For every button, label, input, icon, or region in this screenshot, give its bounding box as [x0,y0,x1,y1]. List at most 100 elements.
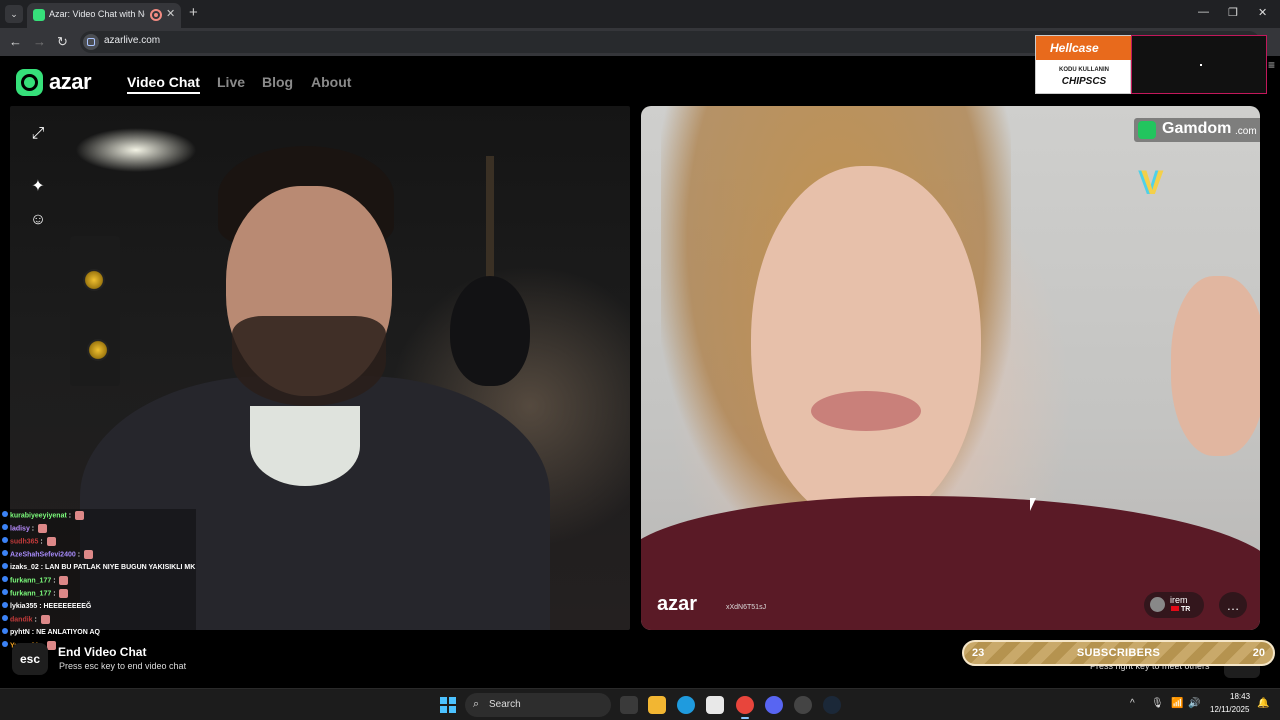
chat-username[interactable]: sudh365 [10,538,38,545]
hamburger-menu-icon[interactable]: ≡ [1268,58,1275,72]
sparkle-effects-icon[interactable]: ✦ [26,174,50,198]
search-label: Search [489,699,521,710]
site-info-icon[interactable] [83,34,99,50]
windows-start-icon[interactable] [440,697,456,713]
chat-separator: : [32,616,39,624]
azar-watermark: azar [657,593,698,615]
expand-icon[interactable]: ⤢ [26,122,50,146]
ad-line-1: KODU KULLANIN [1059,67,1109,73]
hellcase-brand: Hellcase [1036,36,1132,60]
hellcase-ad-card: Hellcase KODU KULLANIN CHIPSCS [1035,35,1132,94]
stream-chat-overlay: kurabiyeeyiyenat : ladisy : sudh365 : Az… [0,509,196,653]
azar-logo-icon[interactable] [16,69,43,96]
speaker-decor [87,339,109,361]
recording-indicator-icon [150,9,162,21]
nav-about[interactable]: About [311,74,351,90]
tray-overflow-icon[interactable]: ^ [1130,698,1135,709]
chat-username[interactable]: lykia355 [10,603,37,610]
partner-lips [811,391,921,431]
chat-badge-icon [2,602,8,608]
nav-blog[interactable]: Blog [262,74,293,90]
edge-icon[interactable] [677,696,695,714]
clock-time[interactable]: 18:43 [1230,692,1250,701]
chat-username[interactable]: kurabiyeeyiyenat [10,512,67,519]
partner-name: irem [1170,595,1188,605]
wifi-icon[interactable]: 📶 [1171,698,1183,709]
chat-badge-icon [2,628,8,634]
chat-badge-icon [2,641,8,648]
chat-username[interactable]: pyhtN [10,629,30,636]
taskbar-search[interactable]: ⌕ Search [465,693,611,717]
nav-live[interactable]: Live [217,74,245,90]
chat-message: izaks_02 : LAN BU PATLAK NIYE BUGUN YAKI… [2,563,195,576]
maximize-button[interactable]: ❐ [1228,6,1238,19]
chat-bubble-icon[interactable]: … [1219,592,1247,618]
browser-tab-azar[interactable]: Azar: Video Chat with New ✕ [27,3,181,28]
notification-icon[interactable]: 🔔 [1257,698,1269,709]
app-icon[interactable] [794,696,812,714]
chat-username[interactable]: AzeShahSefevi2400 [10,551,76,558]
new-tab-button[interactable]: + [189,4,198,21]
chat-username[interactable]: furkann_177 [10,577,51,584]
chat-username[interactable]: izaks_02 [10,564,39,571]
chat-username[interactable]: dandik [10,616,33,623]
chrome-icon[interactable] [736,696,754,719]
volume-icon[interactable]: 🔊 [1188,698,1200,709]
chat-emote-icon [59,576,69,585]
discord-icon[interactable] [765,696,783,714]
minimize-button[interactable]: — [1198,6,1209,18]
task-view-icon[interactable] [620,696,638,714]
file-explorer-icon[interactable] [648,696,666,714]
chat-text: LAN BU PATLAK NIYE BUGUN YAKISIKLI MK [45,564,196,571]
ad-video-area [1131,35,1267,94]
chat-badge-icon [2,589,8,596]
chat-text: HEEEEEEEEĞ [43,603,92,610]
steam-icon[interactable] [823,696,841,714]
partner-profile-chip[interactable]: irem TR [1144,592,1204,618]
chat-username[interactable]: ladisy [10,525,30,532]
azar-logo-text[interactable]: azar [49,69,92,95]
hellcase-ad-banner[interactable]: Hellcase KODU KULLANIN CHIPSCS [1035,35,1267,94]
chat-separator: : [75,551,82,559]
chat-message: kurabiyeeyiyenat : [2,511,85,524]
chat-emote-icon [40,615,50,624]
subscribers-current: 23 [972,647,985,659]
country-code: TR [1181,606,1191,613]
subscribers-label: SUBSCRIBERS [1076,647,1161,659]
esc-key-hint[interactable]: esc [12,643,48,675]
clock-date[interactable]: 12/11/2025 [1210,705,1249,714]
forward-button[interactable]: → [33,34,46,49]
chat-separator: : [51,577,58,585]
end-video-chat-title[interactable]: End Video Chat [58,645,146,659]
back-button[interactable]: ← [9,34,22,49]
chat-separator: : [29,525,37,533]
chat-text: NE ANLATIYON AQ [36,629,100,636]
chat-badge-icon [2,615,8,622]
chat-message: AzeShahSefevi2400 : [2,550,93,563]
background-shelf [70,236,120,386]
watermark-id: xXdN6T51sJ [726,604,767,611]
tab-close-icon[interactable]: ✕ [166,7,175,20]
chat-badge-icon [2,576,8,583]
reload-button[interactable]: ↻ [57,34,68,50]
v-brand-logo: V [1141,164,1164,202]
chat-message: furkann_177 : [2,589,69,602]
tab-title: Azar: Video Chat with New [49,9,145,19]
chat-message: ladisy : [2,524,48,537]
chat-separator: : [66,512,74,520]
partner-hand [1171,276,1260,456]
close-window-button[interactable]: ✕ [1258,6,1267,19]
face-filter-icon[interactable]: ☺ [26,208,50,232]
chat-message: sudh365 : [2,537,56,550]
gamdom-sponsor-logo: Gamdom .com [1134,118,1260,142]
nav-video-chat[interactable]: Video Chat [127,74,200,94]
microphone-icon[interactable]: 🎙 [1151,698,1164,709]
store-icon[interactable] [706,696,724,714]
chat-badge-icon [2,511,8,518]
chat-username[interactable]: furkann_177 [10,590,51,597]
gamdom-text: Gamdom [1162,120,1232,137]
tab-list-button[interactable]: ⌄ [5,5,23,23]
chat-emote-icon [46,537,56,546]
chat-badge-icon [2,563,8,569]
partner-video: Gamdom .com V azar xXdN6T51sJ irem TR … [641,106,1260,630]
